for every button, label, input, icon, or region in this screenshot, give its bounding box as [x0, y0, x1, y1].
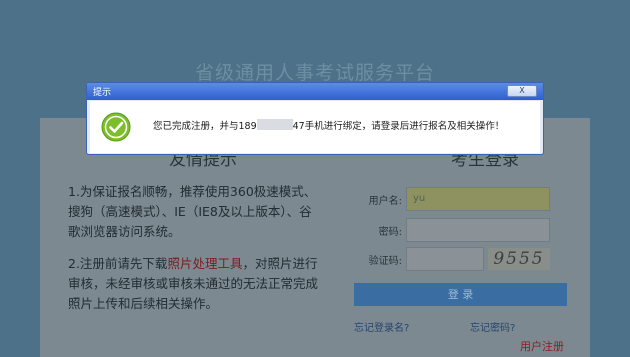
alert-dialog: 提示 X 您已完成注册，并与189 47手机进行绑定，请登录后进行报名及相关操作！ [86, 82, 544, 155]
notice-section: 友情提示 1.为保证报名顺畅，推荐使用360极速模式、搜狗（高速模式）、IE（I… [68, 145, 318, 314]
check-circle-icon [101, 112, 131, 142]
notice-paragraph-1: 1.为保证报名顺畅，推荐使用360极速模式、搜狗（高速模式）、IE（IE8及以上… [68, 184, 317, 239]
forgot-username-link[interactable]: 忘记登录名? [354, 319, 409, 334]
dialog-titlebar[interactable]: 提示 X [87, 83, 543, 100]
password-input[interactable] [406, 218, 550, 242]
dialog-body: 您已完成注册，并与189 47手机进行绑定，请登录后进行报名及相关操作！ [90, 101, 540, 153]
register-link[interactable]: 用户注册 [520, 338, 564, 354]
captcha-label: 验证码: [368, 256, 402, 267]
password-label: 密码: [378, 227, 402, 238]
captcha-row: 验证码: 9555 [350, 247, 570, 271]
dialog-title: 提示 [93, 88, 112, 98]
message-suffix: 47手机进行绑定，请登录后进行报名及相关操作！ [292, 121, 505, 132]
username-input[interactable]: yu [406, 187, 550, 211]
login-button[interactable]: 登 录 [354, 283, 567, 306]
close-button[interactable]: X [507, 85, 537, 97]
message-prefix: 您已完成注册，并与189 [153, 121, 257, 132]
notice-para2-prefix: 2.注册前请先下载 [68, 256, 168, 271]
captcha-input[interactable] [406, 247, 484, 271]
notice-paragraph-2: 2.注册前请先下载照片处理工具，对照片进行审核，未经审核或审核未通过的无法正常完… [68, 254, 318, 314]
captcha-image[interactable]: 9555 [488, 248, 550, 270]
username-label: 用户名: [368, 196, 402, 207]
password-row: 密码: [350, 218, 570, 242]
dialog-message: 您已完成注册，并与189 47手机进行绑定，请登录后进行报名及相关操作！ [153, 118, 504, 132]
site-title: 省级通用人事考试服务平台 [194, 62, 435, 84]
forgot-password-link[interactable]: 忘记密码? [470, 319, 515, 334]
username-row: 用户名: yu [350, 187, 570, 211]
masked-phone-digits [256, 119, 293, 130]
photo-tool-link[interactable]: 照片处理工具 [167, 256, 242, 271]
